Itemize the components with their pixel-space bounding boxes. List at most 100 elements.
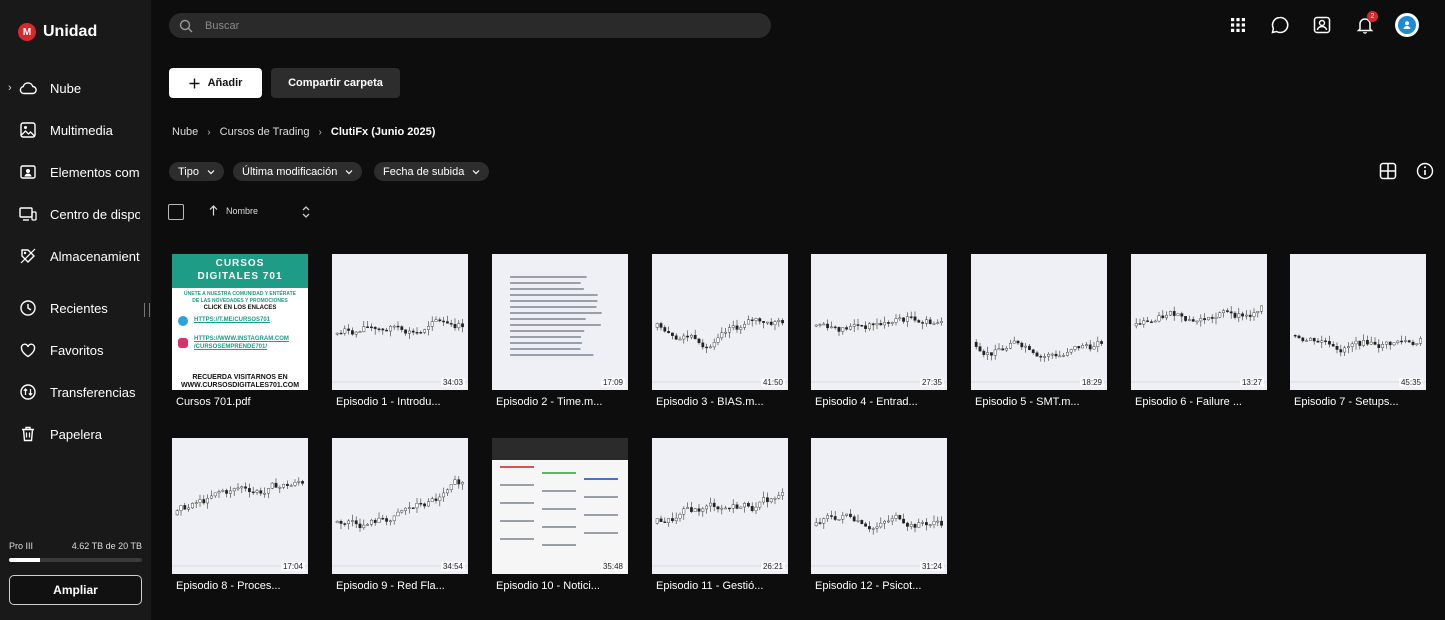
filter-label: Última modificación [242, 165, 338, 178]
add-button[interactable]: Añadir [169, 68, 262, 98]
breadcrumb-current: ClutiFx (Junio 2025) [330, 126, 436, 138]
sidebar-item-nube[interactable]: › Nube [0, 70, 151, 106]
file-name: Episodio 2 - Time.m... [496, 396, 603, 408]
share-folder-button[interactable]: Compartir carpeta [271, 68, 400, 98]
video-duration: 17:04 [280, 562, 305, 571]
sidebar-item-label: Almacenamiento [50, 248, 140, 264]
video-duration: 45:35 [1398, 378, 1423, 387]
file-name: Episodio 1 - Introdu... [336, 396, 441, 408]
cloud-icon [19, 79, 37, 97]
video-thumbnail: 17:04 [172, 438, 308, 574]
pdf-footer: RECUERDA VISITARNOS EN WWW.CURSOSDIGITAL… [172, 374, 308, 390]
shared-folder-icon [19, 163, 37, 181]
brand[interactable]: M Unidad [18, 23, 97, 41]
video-duration: 13:27 [1239, 378, 1264, 387]
sidebar-item-multimedia[interactable]: Multimedia [0, 112, 151, 148]
notifications-bell-icon[interactable]: 2 [1355, 11, 1378, 35]
chart-preview-image [332, 315, 468, 383]
chart-preview-image [652, 488, 788, 567]
chat-icon[interactable] [1270, 15, 1290, 35]
file-name: Cursos 701.pdf [176, 396, 251, 408]
video-thumbnail: 35:48 [492, 438, 628, 574]
file-tile-video[interactable]: 26:21 Episodio 11 - Gestió... [650, 438, 790, 608]
pdf-title: CURSOS [215, 258, 265, 269]
file-name: Episodio 3 - BIAS.m... [656, 396, 764, 408]
user-avatar-icon [1398, 16, 1416, 34]
file-tile-video[interactable]: 17:04 Episodio 8 - Proces... [170, 438, 310, 608]
chart-preview-image [332, 475, 468, 567]
plan-name: Pro III [9, 541, 34, 551]
video-duration: 41:50 [760, 378, 785, 387]
sidebar-item-storage[interactable]: Almacenamiento [0, 238, 151, 274]
transfer-icon [19, 383, 37, 401]
video-thumbnail: 27:35 [811, 254, 947, 390]
filter-type[interactable]: Tipo [169, 162, 224, 181]
video-thumbnail: 31:24 [811, 438, 947, 574]
apps-grid-icon[interactable] [1228, 15, 1248, 35]
filter-last-modified[interactable]: Última modificación [233, 162, 363, 181]
video-thumbnail: 45:35 [1290, 254, 1426, 390]
sidebar-item-favorites[interactable]: Favoritos [0, 332, 151, 368]
chart-preview-image [971, 336, 1107, 383]
chart-preview-image [492, 254, 628, 390]
grid-view-icon[interactable] [1379, 162, 1397, 180]
chevron-down-icon [472, 169, 480, 174]
video-thumbnail: 26:21 [652, 438, 788, 574]
sidebar-item-label: Multimedia [50, 122, 113, 138]
sidebar-item-shared[interactable]: Elementos compartidos [0, 154, 151, 190]
telegram-icon [178, 316, 188, 326]
chevron-right-icon: › [207, 126, 211, 138]
pdf-thumbnail: CURSOS DIGITALES 701 ÚNETE A NUESTRA COM… [172, 254, 308, 390]
sidebar-item-label: Transferencias [50, 384, 136, 400]
sidebar-item-recent[interactable]: Recientes [0, 290, 151, 326]
chevron-right-icon: › [318, 126, 322, 138]
contacts-icon[interactable] [1312, 15, 1332, 35]
file-tile-pdf[interactable]: CURSOS DIGITALES 701 ÚNETE A NUESTRA COM… [170, 254, 310, 424]
video-thumbnail: 34:54 [332, 438, 468, 574]
sidebar-item-transfers[interactable]: Transferencias [0, 374, 151, 410]
sort-by-name[interactable]: Nombre [209, 205, 258, 216]
file-tile-video[interactable]: 18:29 Episodio 5 - SMT.m... [969, 254, 1109, 424]
breadcrumb-item[interactable]: Nube [172, 126, 198, 138]
filter-upload-date[interactable]: Fecha de subida [374, 162, 490, 181]
sort-direction-icon[interactable] [300, 205, 312, 219]
file-tile-video[interactable]: 34:03 Episodio 1 - Introdu... [330, 254, 470, 424]
chevron-right-icon[interactable]: › [8, 82, 12, 94]
search-icon [179, 19, 193, 32]
file-tile-video[interactable]: 13:27 Episodio 6 - Failure ... [1129, 254, 1269, 424]
pdf-text: RECUERDA VISITARNOS EN [192, 374, 288, 381]
file-name: Episodio 7 - Setups... [1294, 396, 1399, 408]
devices-icon [19, 205, 37, 223]
sidebar-item-label: Elementos compartidos [50, 164, 140, 180]
avatar[interactable] [1395, 13, 1419, 37]
file-tile-video[interactable]: 35:48 Episodio 10 - Notici... [490, 438, 630, 608]
sidebar: M Unidad › Nube Multimedia Elementos com… [0, 0, 151, 620]
sidebar-resize-handle[interactable] [144, 303, 150, 317]
search-bar[interactable] [169, 13, 771, 38]
brand-name: Unidad [43, 23, 98, 40]
upgrade-button[interactable]: Ampliar [9, 575, 142, 605]
file-tile-video[interactable]: 34:54 Episodio 9 - Red Fla... [330, 438, 470, 608]
sort-label: Nombre [226, 205, 259, 216]
video-duration: 18:29 [1079, 378, 1104, 387]
file-tile-video[interactable]: 17:09 Episodio 2 - Time.m... [490, 254, 630, 424]
file-name: Episodio 5 - SMT.m... [975, 396, 1080, 408]
video-thumbnail: 17:09 [492, 254, 628, 390]
select-all-checkbox[interactable] [168, 204, 184, 220]
info-icon[interactable] [1416, 162, 1434, 180]
sidebar-item-devices[interactable]: Centro de dispositivos [0, 196, 151, 232]
file-tile-video[interactable]: 41:50 Episodio 3 - BIAS.m... [650, 254, 790, 424]
file-tile-video[interactable]: 45:35 Episodio 7 - Setups... [1288, 254, 1428, 424]
heart-icon [19, 341, 37, 359]
pdf-text: CLICK EN LOS ENLACES [203, 305, 277, 311]
breadcrumb-item[interactable]: Cursos de Trading [220, 126, 310, 138]
storage-bar [9, 558, 142, 562]
file-tile-video[interactable]: 27:35 Episodio 4 - Entrad... [809, 254, 949, 424]
video-thumbnail: 41:50 [652, 254, 788, 390]
pdf-text: DE LAS NOVEDADES Y PROMOCIONES [192, 298, 288, 304]
search-input[interactable] [205, 19, 725, 32]
file-tile-video[interactable]: 31:24 Episodio 12 - Psicot... [809, 438, 949, 608]
chart-preview-image [811, 508, 947, 567]
sidebar-item-trash[interactable]: Papelera [0, 416, 151, 452]
file-name: Episodio 10 - Notici... [496, 580, 600, 592]
